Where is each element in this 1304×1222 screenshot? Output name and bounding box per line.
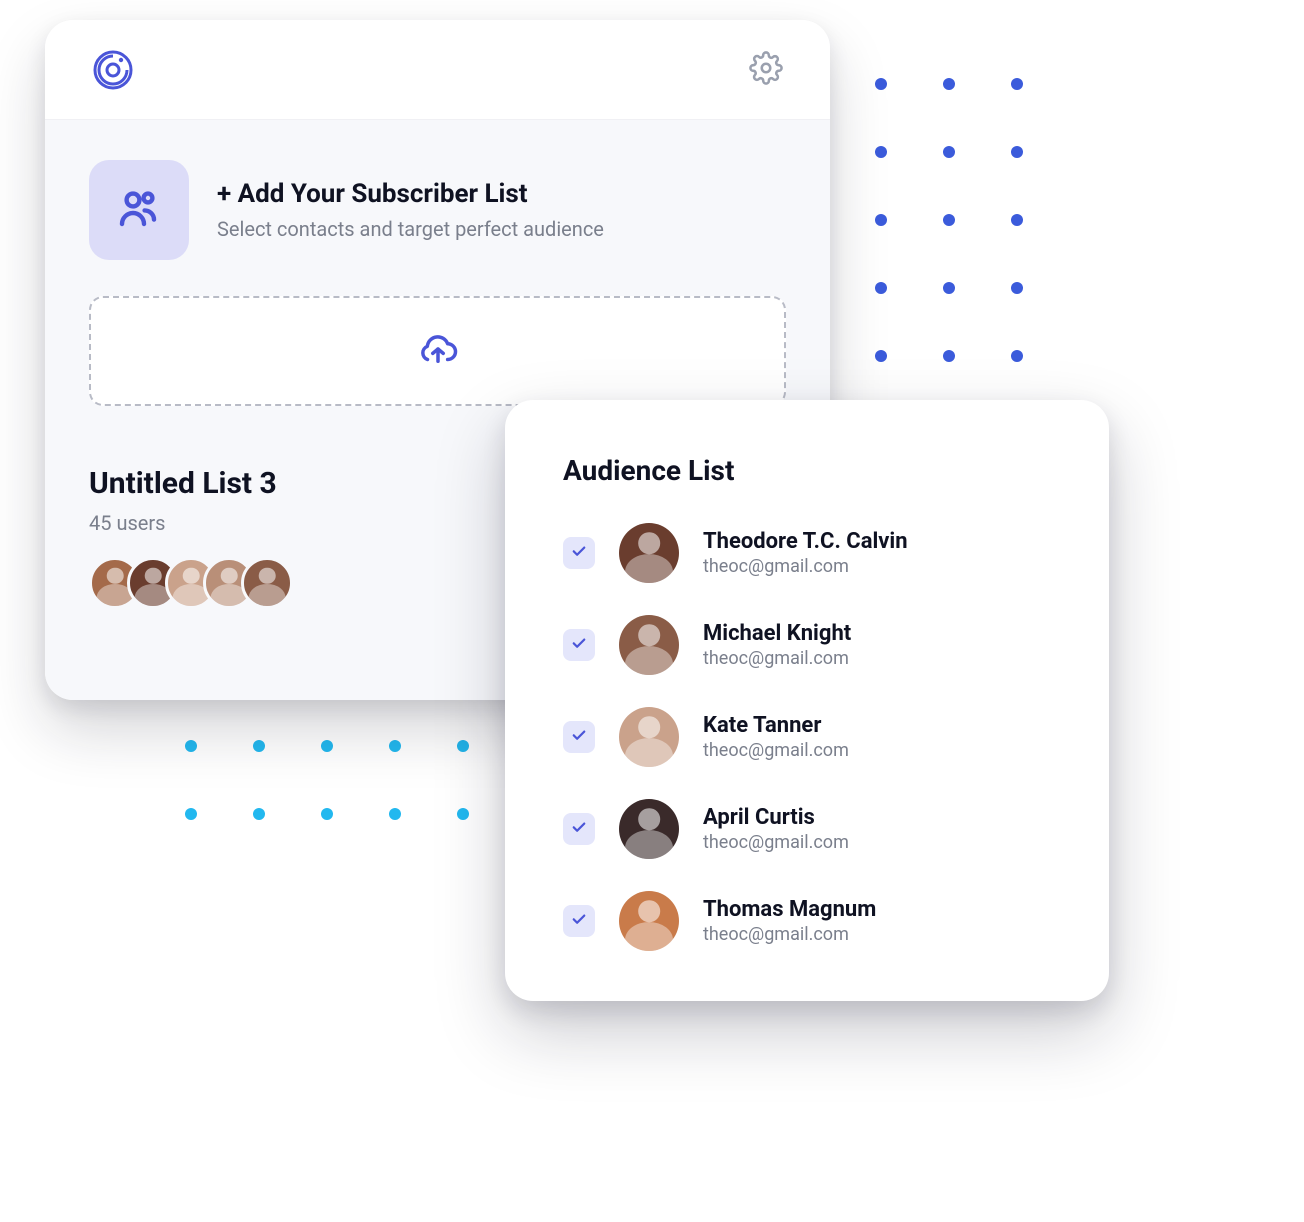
decorative-dots-blue — [807, 78, 1023, 362]
audience-item: Theodore T.C. Calvintheoc@gmail.com — [563, 523, 1051, 583]
audience-item: Thomas Magnumtheoc@gmail.com — [563, 891, 1051, 951]
audience-item-email: theoc@gmail.com — [703, 556, 908, 577]
audience-item-email: theoc@gmail.com — [703, 832, 849, 853]
audience-item-email: theoc@gmail.com — [703, 740, 849, 761]
audience-item-text: Michael Knighttheoc@gmail.com — [703, 621, 851, 669]
audience-item-name: Theodore T.C. Calvin — [703, 529, 908, 554]
check-icon — [570, 818, 588, 840]
add-subscriber-title: + Add Your Subscriber List — [217, 179, 604, 209]
audience-item-text: Theodore T.C. Calvintheoc@gmail.com — [703, 529, 908, 577]
audience-item-name: April Curtis — [703, 805, 849, 830]
add-subscriber-subtitle: Select contacts and target perfect audie… — [217, 217, 604, 241]
app-logo-icon — [89, 46, 137, 94]
audience-checkbox[interactable] — [563, 537, 595, 569]
audience-title: Audience List — [563, 454, 1051, 487]
check-icon — [570, 726, 588, 748]
cloud-upload-icon — [417, 328, 459, 374]
gear-icon — [749, 51, 783, 89]
add-subscriber-text: + Add Your Subscriber List Select contac… — [217, 179, 604, 241]
audience-item-name: Michael Knight — [703, 621, 851, 646]
users-icon-tile — [89, 160, 189, 260]
audience-item-name: Thomas Magnum — [703, 897, 876, 922]
upload-dropzone[interactable] — [89, 296, 786, 406]
audience-item-email: theoc@gmail.com — [703, 924, 876, 945]
add-subscriber-row: + Add Your Subscriber List Select contac… — [89, 160, 786, 260]
check-icon — [570, 634, 588, 656]
decorative-dots-cyan — [185, 740, 469, 820]
avatar — [241, 557, 293, 609]
audience-checkbox[interactable] — [563, 905, 595, 937]
audience-item-email: theoc@gmail.com — [703, 648, 851, 669]
avatar — [619, 707, 679, 767]
audience-item-text: Kate Tannertheoc@gmail.com — [703, 713, 849, 761]
audience-checkbox[interactable] — [563, 721, 595, 753]
avatar — [619, 615, 679, 675]
audience-item: Michael Knighttheoc@gmail.com — [563, 615, 1051, 675]
users-icon — [115, 184, 163, 236]
audience-card: Audience List Theodore T.C. Calvintheoc@… — [505, 400, 1109, 1001]
avatar — [619, 799, 679, 859]
check-icon — [570, 542, 588, 564]
settings-button[interactable] — [746, 50, 786, 90]
audience-checkbox[interactable] — [563, 629, 595, 661]
audience-list: Theodore T.C. Calvintheoc@gmail.comMicha… — [563, 523, 1051, 951]
check-icon — [570, 910, 588, 932]
avatar — [619, 523, 679, 583]
audience-item-name: Kate Tanner — [703, 713, 849, 738]
audience-item: April Curtistheoc@gmail.com — [563, 799, 1051, 859]
audience-item-text: April Curtistheoc@gmail.com — [703, 805, 849, 853]
audience-item-text: Thomas Magnumtheoc@gmail.com — [703, 897, 876, 945]
avatar — [619, 891, 679, 951]
audience-item: Kate Tannertheoc@gmail.com — [563, 707, 1051, 767]
card-header — [45, 20, 830, 120]
audience-checkbox[interactable] — [563, 813, 595, 845]
